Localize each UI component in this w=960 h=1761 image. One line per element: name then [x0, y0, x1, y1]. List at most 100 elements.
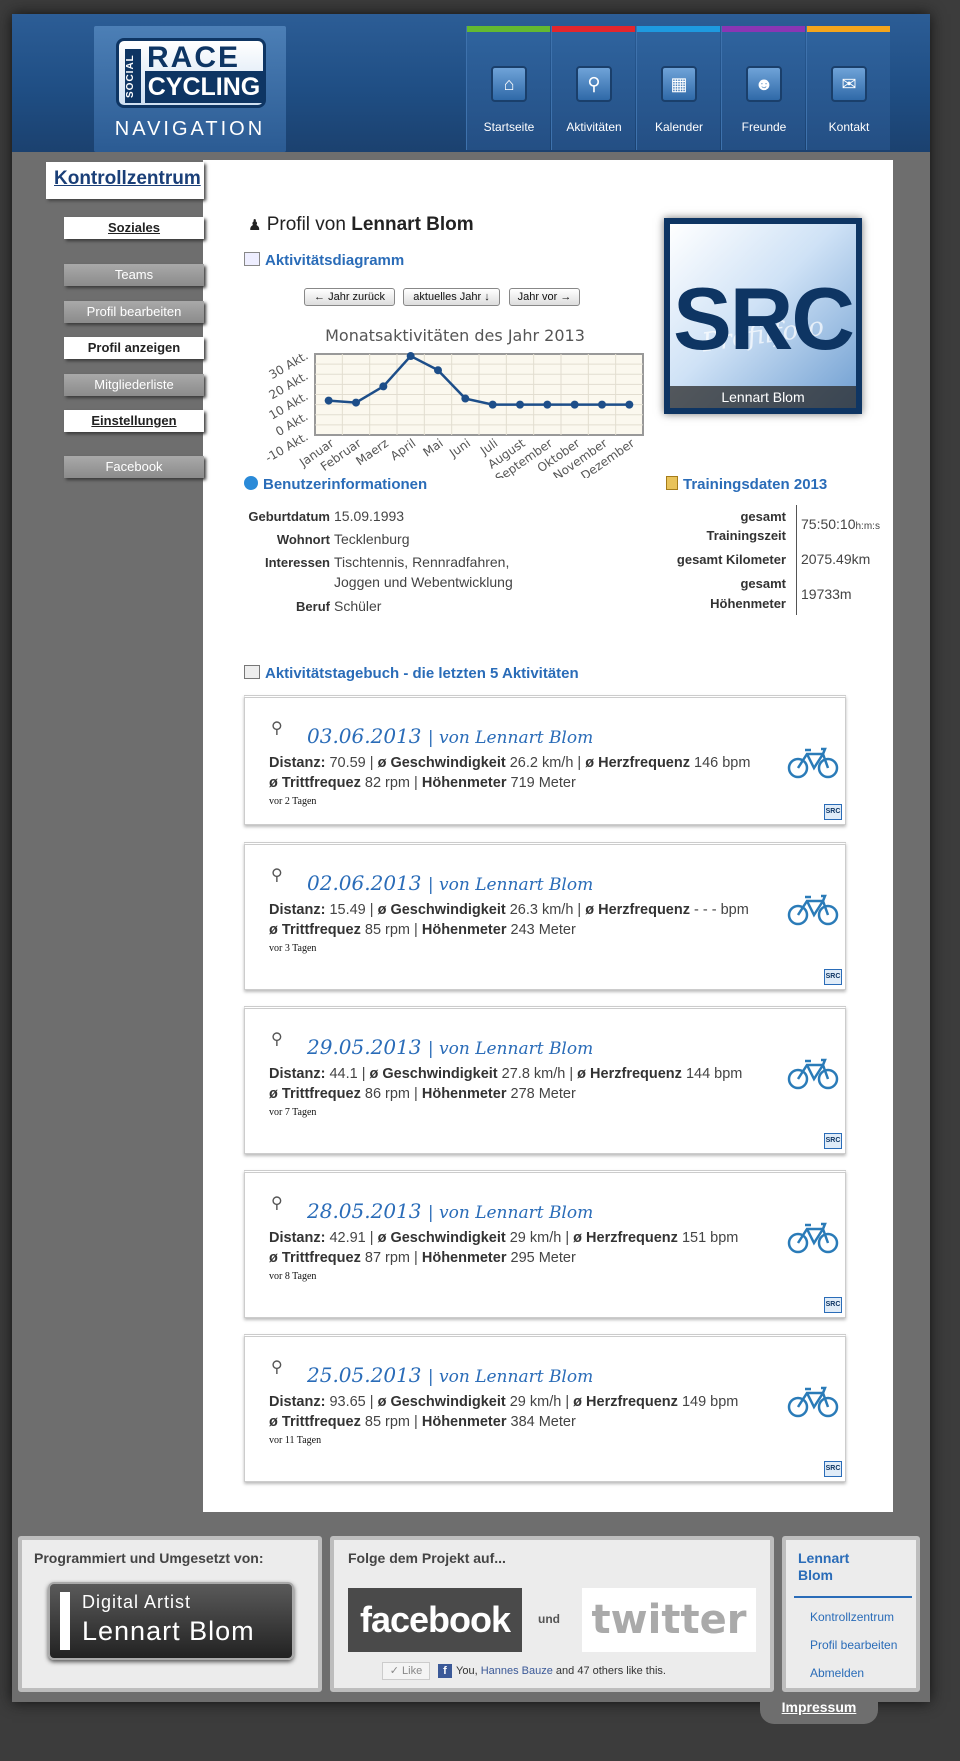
bicycle-icon: [787, 894, 839, 926]
twitter-link[interactable]: twitter: [582, 1588, 756, 1652]
sep: |: [414, 775, 418, 791]
interests-label: Interessen: [264, 555, 330, 570]
hf-label: ø Herzfrequenz: [585, 902, 690, 918]
footer-user-divider: [794, 1596, 912, 1598]
training-heading: Trainingsdaten 2013: [666, 476, 827, 493]
bike-small-icon: ⚲: [271, 720, 283, 737]
digital-artist-logo[interactable]: Digital Artist Lennart Blom: [48, 1582, 294, 1660]
nav-kalender[interactable]: ▦ Kalender: [636, 26, 720, 150]
calendar-icon: ▦: [661, 66, 697, 102]
training-km-label: gesamt Kilometer: [676, 552, 786, 567]
profile-name: Lennart Blom: [351, 214, 474, 235]
user-icon: ♟: [248, 217, 262, 234]
impressum-link[interactable]: Impressum: [782, 1699, 857, 1715]
activity-date[interactable]: 25.05.2013 | von Lennart Blom: [307, 1363, 593, 1387]
logo-badge: SOCIAL RACE CYCLING: [116, 38, 266, 108]
sidebar-item-soziales[interactable]: Soziales: [64, 217, 204, 239]
elevation-label: Höhenmeter: [421, 1086, 507, 1102]
speed-value: 27.8 km/h: [501, 1066, 566, 1082]
diary-heading: Aktivitätstagebuch - die letzten 5 Aktiv…: [244, 665, 579, 682]
site-logo[interactable]: SOCIAL RACE CYCLING NAVIGATION: [94, 26, 286, 152]
photo-name: Lennart Blom: [670, 386, 856, 408]
bike-small-icon: ⚲: [271, 1195, 283, 1212]
bicycle-icon: [787, 747, 839, 779]
nav-color-bar: [722, 26, 805, 32]
activity-line-1: Distanz: 70.59 | ø Geschwindigkeit 26.2 …: [269, 755, 750, 771]
activity-heading-text: Aktivitätsdiagramm: [265, 252, 405, 269]
chart-title: Monatsaktivitäten des Jahr 2013: [325, 326, 585, 345]
chart-point: [352, 398, 360, 407]
nav-kontakt[interactable]: ✉ Kontakt: [806, 26, 890, 150]
sidebar-item-facebook[interactable]: Facebook: [64, 456, 204, 478]
footer-link-kontrollzentrum[interactable]: Kontrollzentrum: [810, 1610, 894, 1624]
cadence-label: ø Trittfrequez: [269, 775, 361, 791]
chart-point: [488, 400, 497, 409]
activity-line-2: ø Trittfrequez 87 rpm | Höhenmeter 295 M…: [269, 1250, 576, 1266]
like-friend-link[interactable]: Hannes Bauze: [481, 1665, 553, 1677]
speed-value: 29 km/h: [509, 1230, 562, 1246]
logo-line1: Digital Artist: [82, 1592, 192, 1612]
social-title: Folge dem Projekt auf...: [348, 1550, 506, 1566]
facebook-link[interactable]: facebook: [348, 1588, 522, 1652]
footer-link-abmelden[interactable]: Abmelden: [810, 1666, 864, 1680]
dist-label: Distanz:: [269, 1394, 326, 1410]
activity-card[interactable]: ⚲ 02.06.2013 | von Lennart Blom Distanz: 1…: [244, 842, 846, 990]
sep: |: [369, 1394, 374, 1410]
cadence-value: 87 rpm: [364, 1250, 411, 1266]
userinfo-heading-text: Benutzerinformationen: [263, 476, 428, 493]
nav-color-bar: [552, 26, 635, 32]
footer-link-profil-bearbeiten[interactable]: Profil bearbeiten: [810, 1638, 897, 1652]
activity-line-2: ø Trittfrequez 82 rpm | Höhenmeter 719 M…: [269, 775, 576, 791]
footer-credits: Programmiert und Umgesetzt von: Digital …: [18, 1536, 322, 1692]
hf-label: ø Herzfrequenz: [585, 755, 690, 771]
sep: |: [569, 1066, 574, 1082]
sidebar-item-mitgliederliste[interactable]: Mitgliederliste: [64, 374, 204, 396]
year-forward-button[interactable]: Jahr vor →: [509, 288, 580, 306]
activity-line-2: ø Trittfrequez 85 rpm | Höhenmeter 384 M…: [269, 1414, 576, 1430]
dist-value: 93.65: [329, 1394, 366, 1410]
bike-icon: ⚲: [576, 66, 612, 102]
current-year-button[interactable]: aktuelles Jahr ↓: [403, 288, 500, 306]
activity-card[interactable]: ⚲ 28.05.2013 | von Lennart Blom Distanz: 4…: [244, 1170, 846, 1318]
training-divider: [796, 505, 797, 615]
bike-small-icon: ⚲: [271, 867, 283, 884]
activity-card[interactable]: ⚲ 25.05.2013 | von Lennart Blom Distanz: 9…: [244, 1334, 846, 1482]
activity-date[interactable]: 29.05.2013 | von Lennart Blom: [307, 1035, 593, 1059]
dist-label: Distanz:: [269, 902, 326, 918]
sep: |: [414, 1414, 418, 1430]
activity-date[interactable]: 28.05.2013 | von Lennart Blom: [307, 1199, 593, 1223]
profile-heading: ♟ Profil von Lennart Blom: [248, 214, 474, 236]
bicycle-icon: [787, 1222, 839, 1254]
sidebar-title[interactable]: Kontrollzentrum: [54, 168, 201, 190]
activity-date[interactable]: 02.06.2013 | von Lennart Blom: [307, 871, 593, 895]
year-back-button[interactable]: ← Jahr zurück: [304, 288, 395, 306]
activity-card[interactable]: ⚲ 03.06.2013 | von Lennart Blom Distanz: 7…: [244, 695, 846, 825]
sidebar-item-einstellungen[interactable]: Einstellungen: [64, 410, 204, 432]
src-badge: SRC: [824, 1133, 842, 1149]
like-button[interactable]: ✓ Like: [382, 1662, 430, 1680]
sep: |: [369, 902, 374, 918]
activity-date-value: 25.05.2013: [307, 1363, 422, 1387]
hf-label: ø Herzfrequenz: [577, 1066, 682, 1082]
nav-aktivitaeten[interactable]: ⚲ Aktivitäten: [551, 26, 635, 150]
activity-date[interactable]: 03.06.2013 | von Lennart Blom: [307, 724, 593, 748]
activity-chart: Monatsaktivitäten des Jahr 2013 -10 Akt.…: [263, 326, 644, 478]
cadence-label: ø Trittfrequez: [269, 1086, 361, 1102]
dist-value: 15.49: [329, 902, 366, 918]
nav-startseite[interactable]: ⌂ Startseite: [466, 26, 550, 150]
sep: |: [414, 922, 418, 938]
sep: |: [577, 902, 582, 918]
sidebar-item-profil-bearbeiten[interactable]: Profil bearbeiten: [64, 301, 204, 323]
sidebar-item-profil-anzeigen[interactable]: Profil anzeigen: [64, 337, 204, 359]
hf-value: 151 bpm: [681, 1230, 739, 1246]
hf-value: 146 bpm: [694, 755, 751, 771]
src-badge: SRC: [824, 804, 842, 820]
nav-freunde[interactable]: ☻ Freunde: [721, 26, 805, 150]
cadence-value: 86 rpm: [364, 1086, 411, 1102]
activity-card[interactable]: ⚲ 29.05.2013 | von Lennart Blom Distanz: 4…: [244, 1006, 846, 1154]
cadence-label: ø Trittfrequez: [269, 1414, 361, 1430]
logo-cycling-text: CYCLING: [145, 71, 263, 103]
footer-social: Folge dem Projekt auf... facebook und tw…: [330, 1536, 774, 1692]
activity-date-value: 03.06.2013: [307, 724, 422, 748]
sidebar-item-teams[interactable]: Teams: [64, 264, 204, 286]
